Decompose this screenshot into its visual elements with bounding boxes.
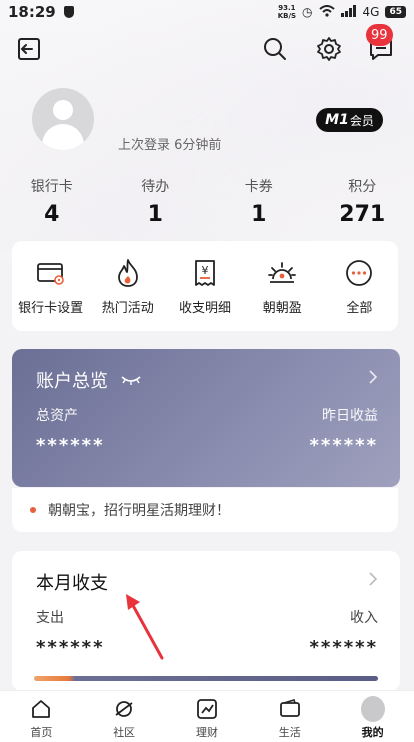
logout-icon (18, 38, 40, 60)
battery-level: 65 (385, 6, 406, 18)
monthly-summary-card[interactable]: 本月收支 支出 收入 ****** ****** (12, 551, 400, 691)
quick-item-all[interactable]: 全部 (321, 241, 398, 331)
quick-item-label: 银行卡设置 (18, 301, 84, 316)
search-icon (264, 38, 286, 60)
wallet-icon (278, 697, 302, 721)
wifi-icon (318, 4, 335, 20)
nav-label: 我的 (361, 726, 384, 739)
account-overview-card[interactable]: 账户总览 总资产 昨日收益 ****** ****** (12, 349, 400, 487)
notification-badge: 99 (366, 24, 393, 46)
status-bar: 18:29 93.1 KB/S ◷ 4G 65 (0, 0, 414, 24)
quick-item-zhaozhaoying[interactable]: 朝朝盈 (244, 241, 321, 331)
stat-value: 1 (147, 202, 163, 227)
member-badge[interactable]: M1 会员 (316, 108, 383, 132)
shield-icon (63, 6, 74, 18)
alarm-icon: ◷ (302, 5, 313, 19)
stat-todo[interactable]: 待办 1 (104, 176, 208, 227)
member-tier: M1 (325, 112, 349, 128)
nav-label: 首页 (30, 726, 53, 739)
bottom-nav: 首页 社区 理财 生活 我的 (0, 690, 414, 742)
annotation-arrow-icon (126, 594, 164, 660)
svg-text:¥: ¥ (202, 264, 209, 277)
nav-label: 社区 (113, 726, 136, 739)
settings-button[interactable] (314, 34, 344, 64)
quick-item-label: 收支明细 (179, 301, 232, 316)
yesterday-earnings-value: ****** (309, 435, 378, 456)
chevron-right-icon (368, 369, 378, 389)
stat-label: 银行卡 (30, 179, 73, 195)
account-stats: 银行卡 4 待办 1 卡券 1 积分 271 (0, 176, 414, 227)
network-speed-value: 93.1 (278, 4, 296, 12)
gear-icon (317, 37, 341, 61)
quick-item-label: 热门活动 (101, 301, 154, 316)
avatar-body (42, 124, 84, 150)
quick-menu: 银行卡设置 热门活动 ¥ 收支明细 朝朝盈 全部 (12, 241, 398, 331)
search-button[interactable] (260, 34, 290, 64)
stat-label: 积分 (348, 179, 377, 195)
avatar-head (53, 100, 73, 120)
status-time: 18:29 (8, 3, 56, 21)
avatar (360, 696, 385, 722)
card-settings-icon (35, 257, 67, 289)
logout-button[interactable] (14, 34, 44, 64)
promo-dot (30, 507, 36, 513)
avatar[interactable] (32, 88, 94, 150)
quick-item-label: 朝朝盈 (262, 301, 302, 316)
flame-icon (112, 257, 144, 289)
yesterday-earnings-label: 昨日收益 (322, 408, 378, 424)
stat-coupons[interactable]: 卡券 1 (207, 176, 311, 227)
home-icon (29, 697, 53, 721)
member-label: 会员 (349, 113, 374, 128)
promo-text: 朝朝宝，招行明星活期理财！ (48, 503, 230, 519)
income-expense-bar (34, 676, 378, 681)
stat-bank-cards[interactable]: 银行卡 4 (0, 176, 104, 227)
expense-value: ****** (36, 637, 105, 658)
stat-value: 1 (251, 202, 267, 227)
income-value: ****** (309, 637, 378, 658)
monthly-title: 本月收支 (36, 573, 108, 594)
trend-icon (195, 697, 219, 721)
quick-item-label: 全部 (346, 301, 373, 316)
more-icon (343, 257, 375, 289)
nav-home[interactable]: 首页 (0, 691, 83, 742)
expense-label: 支出 (36, 610, 64, 626)
quick-item-transactions[interactable]: ¥ 收支明细 (166, 241, 243, 331)
quick-item-hot-events[interactable]: 热门活动 (89, 241, 166, 331)
network-speed-unit: KB/S (277, 12, 297, 20)
overview-title: 账户总览 (36, 371, 108, 392)
stat-label: 待办 (141, 179, 170, 195)
total-assets-value: ****** (36, 435, 105, 456)
income-label: 收入 (350, 610, 378, 626)
last-login-text: 上次登录 6分钟前 (118, 138, 222, 153)
nav-avatar-image (360, 696, 385, 722)
stat-label: 卡券 (244, 179, 273, 195)
nav-wealth[interactable]: 理财 (166, 691, 249, 742)
chevron-right-icon (368, 571, 378, 591)
planet-icon (112, 697, 136, 721)
stat-value: 271 (339, 202, 386, 227)
receipt-icon: ¥ (189, 257, 221, 289)
nav-community[interactable]: 社区 (83, 691, 166, 742)
quick-item-card-settings[interactable]: 银行卡设置 (12, 241, 89, 331)
nav-mine[interactable]: 我的 (331, 691, 414, 742)
sunrise-icon (266, 257, 298, 289)
promo-banner[interactable]: 朝朝宝，招行明星活期理财！ (12, 488, 398, 532)
nav-life[interactable]: 生活 (248, 691, 331, 742)
nav-label: 理财 (195, 726, 218, 739)
hide-eye-icon[interactable] (120, 371, 142, 390)
signal-icon (340, 4, 357, 20)
nav-label: 生活 (278, 726, 301, 739)
total-assets-label: 总资产 (36, 408, 78, 424)
stat-points[interactable]: 积分 271 (311, 176, 414, 227)
stat-value: 4 (44, 202, 60, 227)
network-speed: 93.1 KB/S (278, 4, 296, 20)
network-type: 4G (362, 5, 380, 19)
